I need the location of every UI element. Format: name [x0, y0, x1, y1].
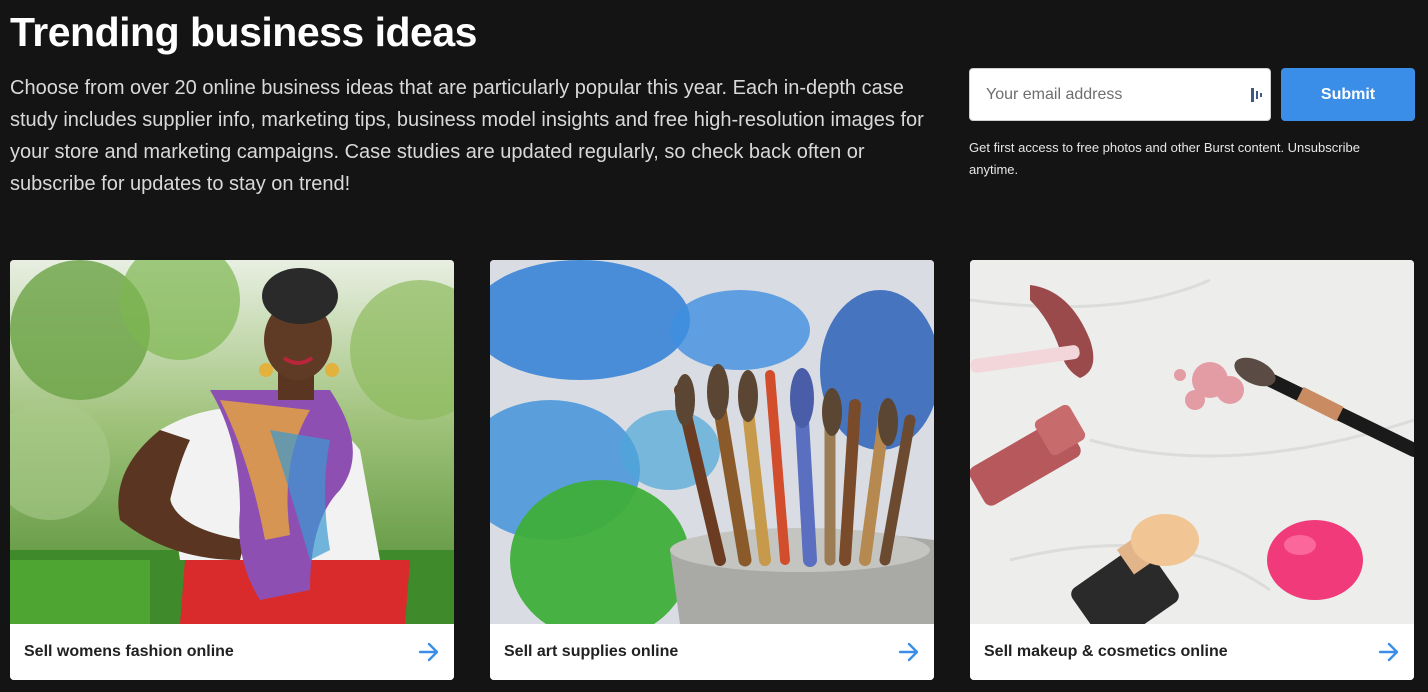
- intro-text: Choose from over 20 online business idea…: [10, 77, 924, 195]
- makeup-products-photo: [970, 260, 1414, 624]
- woman-in-scarf-photo: [10, 260, 454, 624]
- signup-row: Submit: [969, 68, 1415, 121]
- card-art-supplies[interactable]: Sell art supplies online: [490, 260, 934, 680]
- email-input[interactable]: [970, 69, 1270, 120]
- card-womens-fashion[interactable]: Sell womens fashion online: [10, 260, 454, 680]
- arrow-right-icon[interactable]: [898, 642, 920, 662]
- card-title: Sell makeup & cosmetics online: [984, 643, 1228, 660]
- card-title: Sell art supplies online: [504, 643, 679, 660]
- submit-button[interactable]: Submit: [1281, 68, 1415, 121]
- card-footer: Sell makeup & cosmetics online: [970, 624, 1414, 680]
- card-makeup-cosmetics[interactable]: Sell makeup & cosmetics online: [970, 260, 1414, 680]
- card-title: Sell womens fashion online: [24, 643, 234, 660]
- page-title: Trending business ideas: [10, 9, 477, 55]
- arrow-right-icon[interactable]: [418, 642, 440, 662]
- email-field[interactable]: [969, 68, 1271, 121]
- arrow-right-icon[interactable]: [1378, 642, 1400, 662]
- card-footer: Sell art supplies online: [490, 624, 934, 680]
- email-signup: Submit Get first access to free photos a…: [969, 68, 1415, 181]
- signup-note: Get first access to free photos and othe…: [969, 140, 1360, 177]
- password-manager-icon[interactable]: [1250, 86, 1264, 104]
- card-footer: Sell womens fashion online: [10, 624, 454, 680]
- paint-brushes-photo: [490, 260, 934, 624]
